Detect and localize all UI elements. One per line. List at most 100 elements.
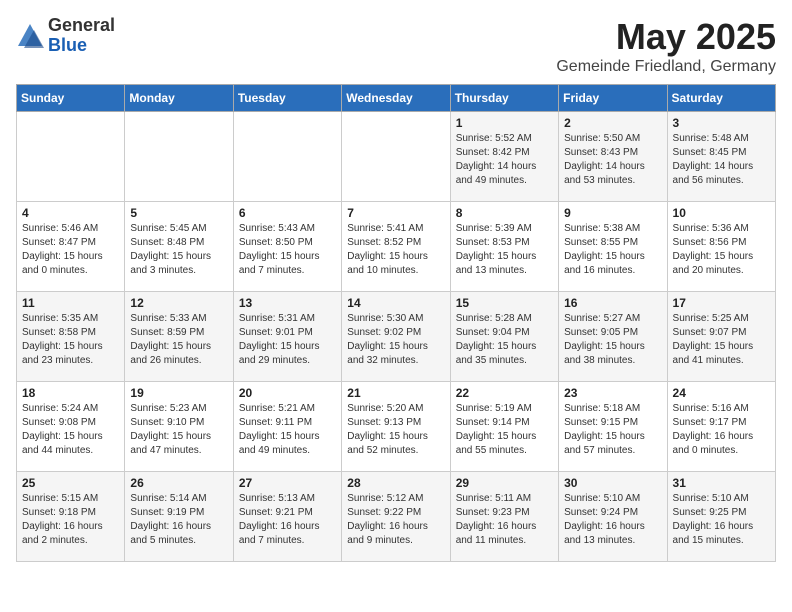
day-cell: 8Sunrise: 5:39 AM Sunset: 8:53 PM Daylig… — [450, 202, 558, 292]
day-cell: 11 Sunrise: 5:35 AM Sunset: 8:58 PM Dayli… — [17, 292, 125, 382]
day-number: 29 — [456, 476, 553, 490]
location: Gemeinde Friedland, Germany — [556, 58, 776, 76]
header-friday: Friday — [559, 85, 667, 112]
day-cell: 27 Sunrise: 5:13 AM Sunset: 9:21 PM Dayli… — [233, 472, 341, 562]
day-detail: Sunrise: 5:43 AM Sunset: 8:50 PM Dayligh… — [239, 222, 336, 278]
day-detail: Sunrise: 5:46 AM Sunset: 8:47 PM Dayligh… — [22, 222, 119, 278]
day-number: 12 — [130, 296, 227, 310]
day-number: 17 — [673, 296, 770, 310]
day-number: 4 — [22, 206, 119, 220]
calendar-table: SundayMondayTuesdayWednesdayThursdayFrid… — [16, 84, 776, 562]
day-detail: Sunrise: 5:19 AM Sunset: 9:14 PM Dayligh… — [456, 402, 553, 458]
day-detail: Sunrise: 5:27 AM Sunset: 9:05 PM Dayligh… — [564, 312, 661, 368]
page-header: General Blue May 2025 Gemeinde Friedland… — [16, 16, 776, 76]
day-cell: 16 Sunrise: 5:27 AM Sunset: 9:05 PM Dayli… — [559, 292, 667, 382]
header-sunday: Sunday — [17, 85, 125, 112]
day-detail: Sunrise: 5:18 AM Sunset: 9:15 PM Dayligh… — [564, 402, 661, 458]
day-detail: Sunrise: 5:52 AM Sunset: 8:42 PM Dayligh… — [456, 132, 553, 188]
week-row-2: 4 Sunrise: 5:46 AM Sunset: 8:47 PM Daylig… — [17, 202, 776, 292]
day-cell: 9 Sunrise: 5:38 AM Sunset: 8:55 PM Daylig… — [559, 202, 667, 292]
day-number: 15 — [456, 296, 553, 310]
day-number: 19 — [130, 386, 227, 400]
day-cell: 17 Sunrise: 5:25 AM Sunset: 9:07 PM Dayli… — [667, 292, 775, 382]
day-number: 6 — [239, 206, 336, 220]
day-number: 30 — [564, 476, 661, 490]
day-cell — [17, 112, 125, 202]
day-detail: Sunrise: 5:31 AM Sunset: 9:01 PM Dayligh… — [239, 312, 336, 368]
day-cell: 29 Sunrise: 5:11 AM Sunset: 9:23 PM Dayli… — [450, 472, 558, 562]
day-cell: 24 Sunrise: 5:16 AM Sunset: 9:17 PM Dayli… — [667, 382, 775, 472]
day-detail: Sunrise: 5:13 AM Sunset: 9:21 PM Dayligh… — [239, 492, 336, 548]
day-cell: 26 Sunrise: 5:14 AM Sunset: 9:19 PM Dayli… — [125, 472, 233, 562]
day-cell: 6 Sunrise: 5:43 AM Sunset: 8:50 PM Daylig… — [233, 202, 341, 292]
day-cell — [233, 112, 341, 202]
day-cell: 25 Sunrise: 5:15 AM Sunset: 9:18 PM Dayli… — [17, 472, 125, 562]
day-number: 9 — [564, 206, 661, 220]
week-row-5: 25 Sunrise: 5:15 AM Sunset: 9:18 PM Dayli… — [17, 472, 776, 562]
day-number: 26 — [130, 476, 227, 490]
header-row: SundayMondayTuesdayWednesdayThursdayFrid… — [17, 85, 776, 112]
day-cell: 5 Sunrise: 5:45 AM Sunset: 8:48 PM Daylig… — [125, 202, 233, 292]
day-number: 27 — [239, 476, 336, 490]
header-thursday: Thursday — [450, 85, 558, 112]
day-detail: Sunrise: 5:21 AM Sunset: 9:11 PM Dayligh… — [239, 402, 336, 458]
day-cell: 18 Sunrise: 5:24 AM Sunset: 9:08 PM Dayli… — [17, 382, 125, 472]
day-cell: 2Sunrise: 5:50 AM Sunset: 8:43 PM Daylig… — [559, 112, 667, 202]
day-number: 16 — [564, 296, 661, 310]
day-detail: Sunrise: 5:24 AM Sunset: 9:08 PM Dayligh… — [22, 402, 119, 458]
day-number: 5 — [130, 206, 227, 220]
day-detail: Sunrise: 5:14 AM Sunset: 9:19 PM Dayligh… — [130, 492, 227, 548]
day-number: 11 — [22, 296, 119, 310]
day-detail: Sunrise: 5:45 AM Sunset: 8:48 PM Dayligh… — [130, 222, 227, 278]
day-cell: 12 Sunrise: 5:33 AM Sunset: 8:59 PM Dayli… — [125, 292, 233, 382]
week-row-4: 18 Sunrise: 5:24 AM Sunset: 9:08 PM Dayli… — [17, 382, 776, 472]
day-cell — [342, 112, 450, 202]
day-cell: 20Sunrise: 5:21 AM Sunset: 9:11 PM Dayli… — [233, 382, 341, 472]
day-cell: 31 Sunrise: 5:10 AM Sunset: 9:25 PM Dayli… — [667, 472, 775, 562]
day-detail: Sunrise: 5:15 AM Sunset: 9:18 PM Dayligh… — [22, 492, 119, 548]
day-number: 25 — [22, 476, 119, 490]
day-cell: 23 Sunrise: 5:18 AM Sunset: 9:15 PM Dayli… — [559, 382, 667, 472]
week-row-3: 11 Sunrise: 5:35 AM Sunset: 8:58 PM Dayli… — [17, 292, 776, 382]
day-cell: 22 Sunrise: 5:19 AM Sunset: 9:14 PM Dayli… — [450, 382, 558, 472]
week-row-1: 1Sunrise: 5:52 AM Sunset: 8:42 PM Daylig… — [17, 112, 776, 202]
day-detail: Sunrise: 5:11 AM Sunset: 9:23 PM Dayligh… — [456, 492, 553, 548]
day-number: 24 — [673, 386, 770, 400]
day-number: 18 — [22, 386, 119, 400]
logo: General Blue — [16, 16, 115, 56]
day-number: 7 — [347, 206, 444, 220]
day-number: 31 — [673, 476, 770, 490]
header-wednesday: Wednesday — [342, 85, 450, 112]
day-detail: Sunrise: 5:10 AM Sunset: 9:24 PM Dayligh… — [564, 492, 661, 548]
month-title: May 2025 — [556, 16, 776, 58]
header-saturday: Saturday — [667, 85, 775, 112]
day-detail: Sunrise: 5:30 AM Sunset: 9:02 PM Dayligh… — [347, 312, 444, 368]
header-tuesday: Tuesday — [233, 85, 341, 112]
day-cell: 7Sunrise: 5:41 AM Sunset: 8:52 PM Daylig… — [342, 202, 450, 292]
day-cell: 10Sunrise: 5:36 AM Sunset: 8:56 PM Dayli… — [667, 202, 775, 292]
day-detail: Sunrise: 5:16 AM Sunset: 9:17 PM Dayligh… — [673, 402, 770, 458]
day-detail: Sunrise: 5:25 AM Sunset: 9:07 PM Dayligh… — [673, 312, 770, 368]
day-cell: 3Sunrise: 5:48 AM Sunset: 8:45 PM Daylig… — [667, 112, 775, 202]
day-cell: 1Sunrise: 5:52 AM Sunset: 8:42 PM Daylig… — [450, 112, 558, 202]
day-detail: Sunrise: 5:33 AM Sunset: 8:59 PM Dayligh… — [130, 312, 227, 368]
day-cell: 15 Sunrise: 5:28 AM Sunset: 9:04 PM Dayli… — [450, 292, 558, 382]
logo-icon — [16, 22, 44, 50]
day-number: 13 — [239, 296, 336, 310]
day-cell: 19Sunrise: 5:23 AM Sunset: 9:10 PM Dayli… — [125, 382, 233, 472]
day-number: 14 — [347, 296, 444, 310]
day-number: 23 — [564, 386, 661, 400]
day-cell: 21Sunrise: 5:20 AM Sunset: 9:13 PM Dayli… — [342, 382, 450, 472]
day-detail: Sunrise: 5:10 AM Sunset: 9:25 PM Dayligh… — [673, 492, 770, 548]
title-block: May 2025 Gemeinde Friedland, Germany — [556, 16, 776, 76]
day-detail: Sunrise: 5:39 AM Sunset: 8:53 PM Dayligh… — [456, 222, 553, 278]
day-cell: 13 Sunrise: 5:31 AM Sunset: 9:01 PM Dayli… — [233, 292, 341, 382]
day-detail: Sunrise: 5:20 AM Sunset: 9:13 PM Dayligh… — [347, 402, 444, 458]
day-cell: 4 Sunrise: 5:46 AM Sunset: 8:47 PM Daylig… — [17, 202, 125, 292]
day-detail: Sunrise: 5:38 AM Sunset: 8:55 PM Dayligh… — [564, 222, 661, 278]
day-detail: Sunrise: 5:28 AM Sunset: 9:04 PM Dayligh… — [456, 312, 553, 368]
day-detail: Sunrise: 5:50 AM Sunset: 8:43 PM Dayligh… — [564, 132, 661, 188]
day-number: 22 — [456, 386, 553, 400]
day-detail: Sunrise: 5:35 AM Sunset: 8:58 PM Dayligh… — [22, 312, 119, 368]
logo-blue: Blue — [48, 36, 115, 56]
